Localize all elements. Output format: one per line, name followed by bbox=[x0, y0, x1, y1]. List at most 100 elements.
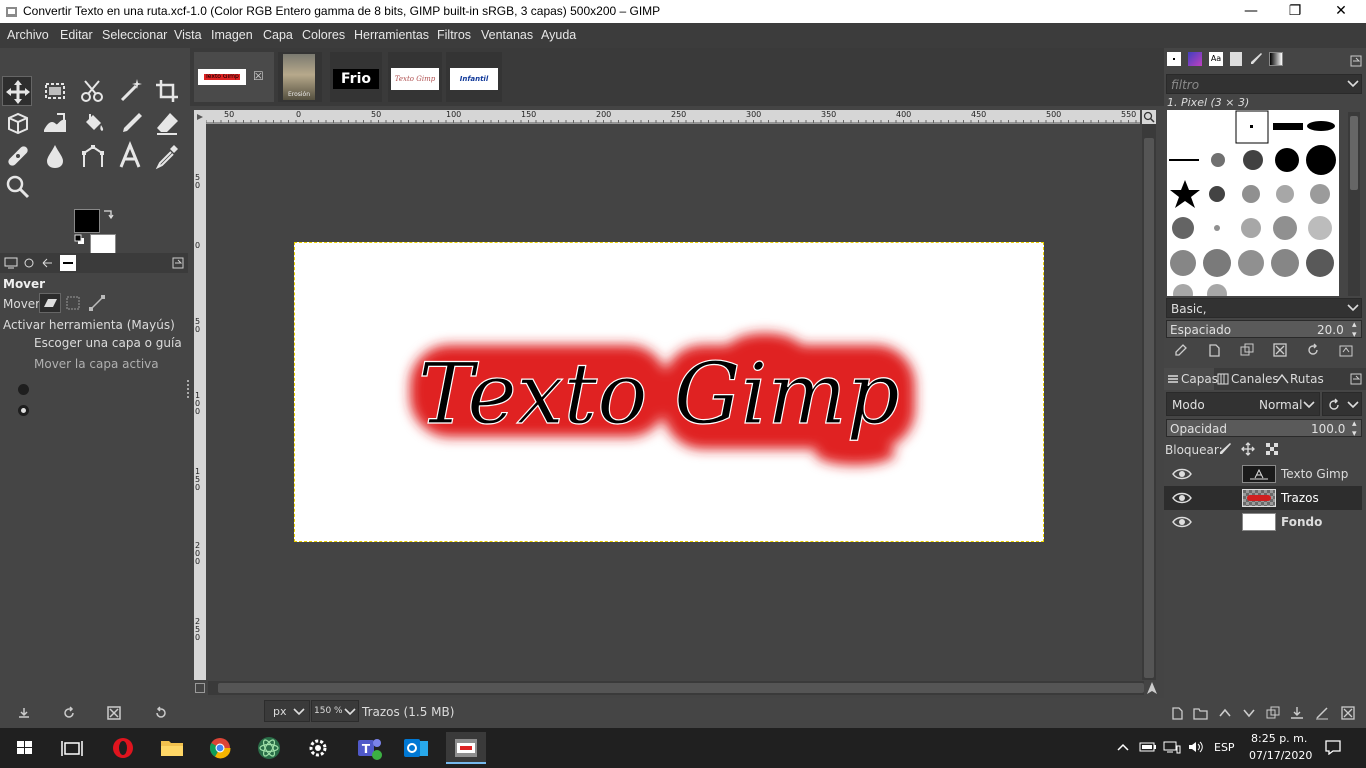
text-icon[interactable] bbox=[115, 141, 145, 171]
clock-date[interactable]: 07/17/2020 bbox=[1249, 749, 1312, 762]
image-canvas[interactable]: Texto Gimp bbox=[294, 242, 1044, 542]
crop-icon[interactable] bbox=[152, 76, 182, 106]
tab-canales[interactable]: Canales bbox=[1216, 368, 1279, 390]
eraser-icon[interactable] bbox=[152, 108, 182, 138]
layer-name-texto-gimp[interactable]: Texto Gimp bbox=[1281, 467, 1348, 481]
lock-position-icon[interactable] bbox=[1241, 442, 1255, 456]
eye-icon[interactable] bbox=[1172, 491, 1192, 505]
image-tab-infantil[interactable]: Infantil bbox=[446, 52, 502, 102]
device-status-tab-icon[interactable] bbox=[22, 257, 36, 269]
configure-tab-icon[interactable] bbox=[1350, 55, 1362, 67]
merge-layer-icon[interactable] bbox=[1290, 706, 1304, 720]
brush-preset-select[interactable]: Basic, bbox=[1166, 298, 1362, 318]
battery-icon[interactable] bbox=[1139, 740, 1157, 754]
default-colors-icon[interactable] bbox=[74, 234, 86, 246]
restore-options-icon[interactable] bbox=[62, 706, 76, 720]
windows-start-icon[interactable] bbox=[4, 732, 44, 764]
rect-select-icon[interactable] bbox=[40, 76, 70, 106]
move-path-mode-button[interactable] bbox=[88, 294, 106, 312]
undo-history-tab-icon[interactable] bbox=[40, 257, 54, 269]
swap-colors-icon[interactable] bbox=[102, 208, 114, 220]
spin-arrows-icon[interactable]: ▴ ▾ bbox=[1352, 320, 1357, 340]
zoom-select[interactable]: 150 % bbox=[311, 700, 359, 722]
paintbrush-icon[interactable] bbox=[115, 108, 145, 138]
fonts-tab-icon[interactable]: Aa bbox=[1209, 52, 1223, 66]
new-layer-icon[interactable] bbox=[1170, 706, 1184, 720]
layer-row-fondo[interactable]: Fondo bbox=[1164, 510, 1362, 534]
save-options-icon[interactable] bbox=[17, 706, 31, 720]
document-history-tab-icon[interactable] bbox=[1230, 52, 1242, 66]
eye-icon[interactable] bbox=[1172, 515, 1192, 529]
horizontal-scroll-thumb[interactable] bbox=[218, 683, 1144, 693]
image-tab-erosion[interactable]: Erosión bbox=[278, 52, 322, 102]
lower-layer-icon[interactable] bbox=[1242, 706, 1256, 720]
opacity-slider[interactable]: Opacidad 100.0 ▴ ▾ bbox=[1166, 419, 1362, 439]
gradients-tab-icon[interactable] bbox=[1269, 52, 1283, 66]
menu-archivo[interactable]: Archivo bbox=[7, 28, 49, 42]
task-view-icon[interactable] bbox=[52, 732, 92, 764]
image-tab-texto-gimp-active[interactable]: Texto Gimp ☒ bbox=[194, 52, 274, 102]
radio-mover-capa[interactable] bbox=[18, 405, 29, 416]
brush-grid[interactable] bbox=[1167, 110, 1339, 296]
fuzzy-select-icon[interactable] bbox=[116, 76, 146, 106]
vertical-scrollbar[interactable] bbox=[1142, 124, 1156, 680]
tool-options-tab-icon[interactable] bbox=[4, 257, 18, 269]
menu-herramientas[interactable]: Herramientas bbox=[354, 28, 429, 42]
radio-escoger-capa-label[interactable]: Escoger una capa o guía bbox=[34, 336, 182, 350]
unit-select[interactable]: px bbox=[264, 700, 310, 722]
move-selection-mode-button[interactable] bbox=[64, 294, 82, 312]
layer-name-trazos[interactable]: Trazos bbox=[1281, 491, 1319, 505]
horizontal-scrollbar[interactable] bbox=[208, 681, 1144, 695]
menu-capa[interactable]: Capa bbox=[263, 28, 293, 42]
layer-row-trazos[interactable]: Trazos bbox=[1164, 486, 1362, 510]
warp-icon[interactable] bbox=[40, 108, 70, 138]
volume-icon[interactable] bbox=[1187, 740, 1205, 754]
menu-imagen[interactable]: Imagen bbox=[211, 28, 253, 42]
layer-mask-icon[interactable] bbox=[1315, 706, 1329, 720]
layer-mode-select[interactable]: Modo Normal bbox=[1166, 392, 1320, 416]
menu-ventanas[interactable]: Ventanas bbox=[481, 28, 533, 42]
close-button[interactable]: ✕ bbox=[1318, 0, 1364, 23]
color-picker-icon[interactable] bbox=[152, 141, 182, 171]
move-icon[interactable] bbox=[2, 76, 32, 106]
lock-pixels-icon[interactable] bbox=[1218, 442, 1232, 456]
brushes-tab-icon[interactable] bbox=[1167, 52, 1181, 66]
refresh-brushes-icon[interactable] bbox=[1306, 343, 1320, 357]
brush-grid-scrollbar[interactable] bbox=[1348, 112, 1360, 296]
vertical-scroll-thumb[interactable] bbox=[1144, 138, 1154, 678]
zoom-icon[interactable] bbox=[3, 172, 33, 202]
open-brush-as-image-icon[interactable] bbox=[1339, 343, 1353, 357]
clock-time[interactable]: 8:25 p. m. bbox=[1251, 732, 1307, 745]
ruler-corner-menu[interactable] bbox=[194, 110, 206, 124]
tray-chevron-up-icon[interactable] bbox=[1116, 741, 1130, 753]
move-layer-mode-button[interactable] bbox=[39, 293, 61, 313]
bucket-fill-icon[interactable] bbox=[78, 108, 108, 138]
menu-seleccionar[interactable]: Seleccionar bbox=[102, 28, 167, 42]
file-explorer-icon[interactable] bbox=[152, 732, 192, 764]
opera-icon[interactable] bbox=[103, 732, 143, 764]
smudge-icon[interactable] bbox=[40, 141, 70, 171]
close-tab-icon[interactable]: ☒ bbox=[253, 69, 264, 83]
tool-presets-tab-icon[interactable] bbox=[1249, 52, 1263, 66]
settings-icon[interactable] bbox=[298, 732, 338, 764]
spacing-slider[interactable]: Espaciado 20.0 ▴ ▾ bbox=[1166, 320, 1362, 340]
images-tab-icon[interactable] bbox=[60, 255, 76, 271]
menu-vista[interactable]: Vista bbox=[174, 28, 202, 42]
navigate-icon[interactable] bbox=[1145, 680, 1159, 696]
new-brush-icon[interactable] bbox=[1207, 343, 1221, 357]
raise-layer-icon[interactable] bbox=[1218, 706, 1232, 720]
outlook-icon[interactable] bbox=[396, 732, 436, 764]
layer-name-fondo[interactable]: Fondo bbox=[1281, 515, 1322, 529]
composite-mode-select[interactable] bbox=[1322, 392, 1362, 416]
menu-ayuda[interactable]: Ayuda bbox=[541, 28, 576, 42]
tab-rutas[interactable]: Rutas bbox=[1274, 368, 1324, 390]
brush-filter-input[interactable]: filtro bbox=[1166, 74, 1362, 94]
lock-alpha-icon[interactable] bbox=[1265, 442, 1279, 456]
menu-colores[interactable]: Colores bbox=[302, 28, 345, 42]
3d-transform-icon[interactable] bbox=[3, 108, 33, 138]
maximize-button[interactable]: ❐ bbox=[1272, 0, 1318, 23]
radio-escoger-capa[interactable] bbox=[18, 384, 29, 395]
chrome-icon[interactable] bbox=[200, 732, 240, 764]
image-tab-frio[interactable]: Frio bbox=[330, 52, 382, 102]
delete-brush-icon[interactable] bbox=[1273, 343, 1287, 357]
